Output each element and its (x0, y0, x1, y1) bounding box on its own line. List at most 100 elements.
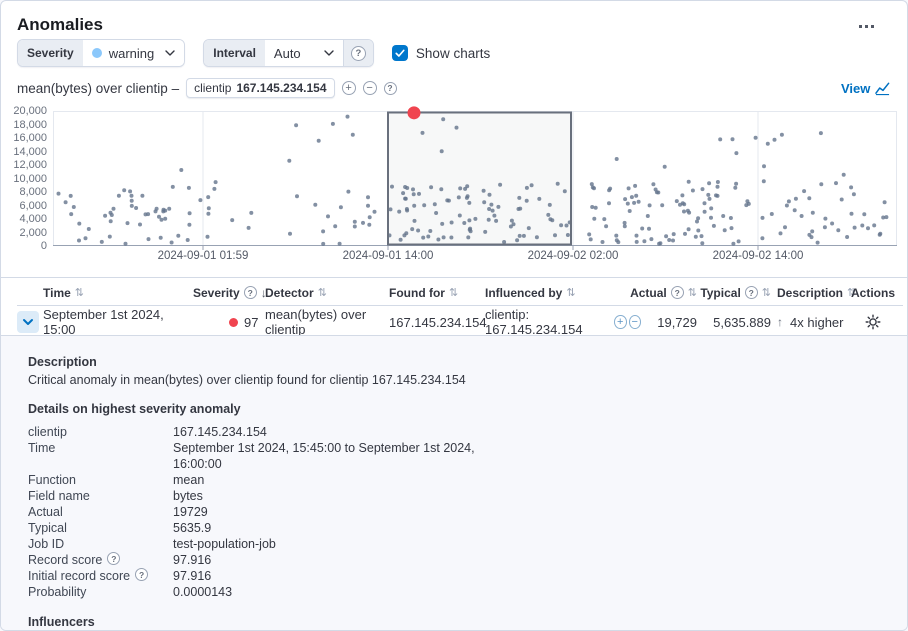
interval-control[interactable]: Interval Auto ? (203, 39, 374, 67)
scatter-point (590, 205, 594, 209)
scatter-point (716, 180, 720, 184)
scatter-point (660, 203, 664, 207)
scatter-point (762, 179, 766, 183)
filter-minus-icon[interactable]: − (363, 81, 377, 95)
scatter-point (852, 192, 856, 196)
anomaly-scatter-chart[interactable] (53, 111, 897, 246)
filter-plus-icon[interactable]: + (614, 315, 626, 329)
cell-typical: 5,635.889 (697, 315, 771, 330)
scatter-point (635, 240, 639, 244)
scatter-point (100, 240, 104, 244)
critical-severity-dot-icon (229, 318, 238, 327)
col-typical[interactable]: Typical?⇅ (697, 286, 771, 300)
scatter-point (840, 198, 844, 202)
row-details-panel: Description Critical anomaly in mean(byt… (1, 335, 908, 631)
view-link[interactable]: View (841, 81, 890, 96)
scatter-point (773, 138, 777, 142)
scatter-point (657, 242, 661, 246)
scatter-point (170, 241, 174, 245)
scatter-point (866, 226, 870, 230)
detail-row: Job IDtest-population-job (28, 536, 908, 552)
filter-minus-icon[interactable]: − (629, 315, 641, 329)
detail-row: Initial record score?97.916 (28, 568, 908, 584)
info-icon: ? (107, 552, 120, 565)
anomaly-marker[interactable] (408, 106, 421, 119)
scatter-point (762, 164, 766, 168)
info-icon: ? (135, 568, 148, 581)
question-icon[interactable]: ? (384, 82, 397, 95)
scatter-point (878, 232, 882, 236)
scatter-point (630, 195, 634, 199)
scatter-point (793, 208, 797, 212)
show-charts-checkbox[interactable]: Show charts (392, 45, 490, 61)
scatter-point (346, 190, 350, 194)
cell-description: ↑4x higher (771, 315, 849, 330)
detail-row: Functionmean (28, 472, 908, 488)
scatter-point (69, 212, 73, 216)
scatter-point (627, 186, 631, 190)
sort-icon: ⇅ (566, 286, 575, 299)
col-description[interactable]: Description⇅ (771, 286, 849, 300)
scatter-point (691, 189, 695, 193)
scatter-point (601, 240, 605, 244)
scatter-point (700, 241, 704, 245)
scatter-point (77, 239, 81, 243)
chart-selection-brush[interactable] (388, 113, 571, 245)
col-severity[interactable]: Severity?↓ (193, 286, 265, 300)
chart-title: mean(bytes) over clientip – (17, 81, 179, 96)
scatter-point (163, 217, 167, 221)
scatter-point (633, 184, 637, 188)
scatter-point (346, 115, 350, 119)
scatter-point (632, 201, 636, 205)
scatter-point (883, 200, 887, 204)
scatter-point (339, 205, 343, 209)
collapse-row-button[interactable] (17, 311, 39, 333)
scatter-point (626, 202, 630, 206)
x-axis-tick-label: 2024-09-01 14:00 (323, 250, 453, 262)
scatter-point (130, 194, 134, 198)
scatter-point (834, 181, 838, 185)
entity-badge[interactable]: clientip 167.145.234.154 (186, 78, 334, 98)
scatter-point (171, 185, 175, 189)
scatter-point (683, 232, 687, 236)
detail-row: Typical5635.9 (28, 520, 908, 536)
checkbox-checked-icon (392, 45, 408, 61)
actions-gear-icon[interactable] (865, 314, 881, 330)
scatter-point (816, 241, 820, 245)
col-found-for[interactable]: Found for⇅ (389, 286, 485, 300)
scatter-point (709, 206, 713, 210)
scatter-point (733, 186, 737, 190)
interval-help[interactable]: ? (343, 40, 373, 66)
x-axis-tick-label: 2024-09-02 02:00 (508, 250, 638, 262)
scatter-point (366, 204, 370, 208)
scatter-point (734, 182, 738, 186)
col-time[interactable]: Time⇅ (43, 286, 193, 300)
scatter-point (353, 225, 357, 229)
scatter-point (640, 227, 644, 231)
col-influenced-by[interactable]: Influenced by⇅ (485, 286, 641, 300)
scatter-point (884, 215, 888, 219)
severity-control[interactable]: Severity warning (17, 39, 185, 67)
description-heading: Description (28, 354, 908, 370)
scatter-point (287, 159, 291, 163)
col-actual[interactable]: Actual?⇅ (641, 286, 697, 300)
scatter-point (366, 195, 370, 199)
scatter-point (845, 235, 849, 239)
detail-row: Actual19729 (28, 504, 908, 520)
scatter-point (716, 185, 720, 189)
scatter-point (737, 239, 741, 243)
severity-select[interactable]: warning (83, 40, 185, 66)
scatter-point (117, 194, 121, 198)
scatter-point (614, 234, 618, 238)
scatter-point (206, 235, 210, 239)
col-detector[interactable]: Detector⇅ (265, 286, 389, 300)
interval-select[interactable]: Auto (265, 40, 343, 66)
table-row[interactable]: September 1st 2024, 15:00 97 mean(bytes)… (17, 307, 903, 335)
entity-value: 167.145.234.154 (236, 81, 326, 95)
filter-plus-icon[interactable]: + (342, 81, 356, 95)
y-axis-tick-label: 10,000 (1, 173, 47, 185)
scatter-point (108, 235, 112, 239)
scatter-point (667, 238, 671, 242)
panel-options-icon[interactable] (853, 17, 879, 35)
scatter-point (696, 229, 700, 233)
